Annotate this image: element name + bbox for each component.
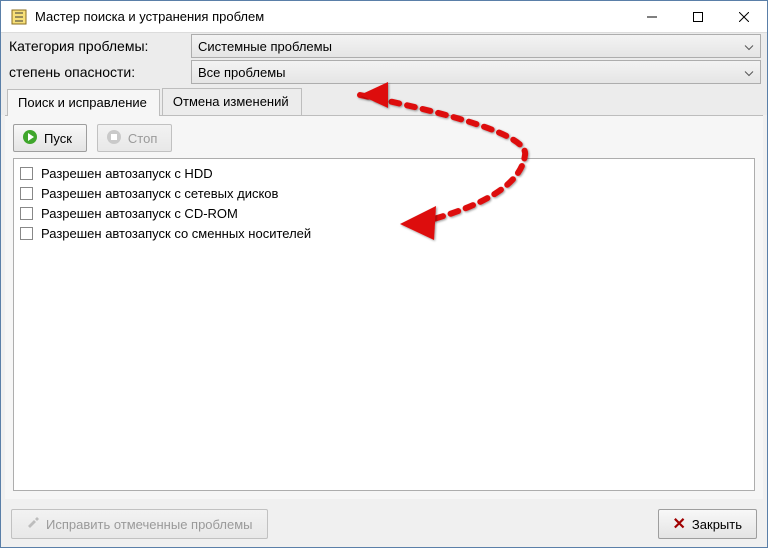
titlebar: Мастер поиска и устранения проблем xyxy=(1,1,767,33)
close-window-button[interactable] xyxy=(721,1,767,33)
list-item[interactable]: Разрешен автозапуск с сетевых дисков xyxy=(20,183,748,203)
filter-panel: Категория проблемы: Системные проблемы с… xyxy=(1,33,767,85)
item-label: Разрешен автозапуск с CD-ROM xyxy=(41,206,238,221)
list-item[interactable]: Разрешен автозапуск с CD-ROM xyxy=(20,203,748,223)
minimize-button[interactable] xyxy=(629,1,675,33)
tab-undo[interactable]: Отмена изменений xyxy=(162,88,302,115)
checkbox[interactable] xyxy=(20,167,33,180)
severity-value: Все проблемы xyxy=(198,65,285,80)
fix-label: Исправить отмеченные проблемы xyxy=(46,517,253,532)
start-button[interactable]: Пуск xyxy=(13,124,87,152)
app-icon xyxy=(11,9,27,25)
chevron-down-icon xyxy=(744,65,754,80)
stop-button: Стоп xyxy=(97,124,172,152)
checkbox[interactable] xyxy=(20,187,33,200)
brush-icon xyxy=(26,516,40,533)
category-combo[interactable]: Системные проблемы xyxy=(191,34,761,58)
stop-icon xyxy=(106,129,122,148)
close-icon: ✕ xyxy=(673,514,686,534)
item-label: Разрешен автозапуск с сетевых дисков xyxy=(41,186,278,201)
item-label: Разрешен автозапуск со сменных носителей xyxy=(41,226,311,241)
chevron-down-icon xyxy=(744,39,754,54)
severity-label: степень опасности: xyxy=(1,64,191,80)
tab-body: Пуск Стоп Разрешен автозапуск с HDD Разр… xyxy=(5,115,763,499)
item-label: Разрешен автозапуск с HDD xyxy=(41,166,213,181)
play-icon xyxy=(22,129,38,148)
start-label: Пуск xyxy=(44,131,72,146)
list-item[interactable]: Разрешен автозапуск с HDD xyxy=(20,163,748,183)
stop-label: Стоп xyxy=(128,131,157,146)
close-label: Закрыть xyxy=(692,517,742,532)
fix-button: Исправить отмеченные проблемы xyxy=(11,509,268,539)
bottom-bar: Исправить отмеченные проблемы ✕ Закрыть xyxy=(1,505,767,547)
category-value: Системные проблемы xyxy=(198,39,332,54)
severity-combo[interactable]: Все проблемы xyxy=(191,60,761,84)
app-window: Мастер поиска и устранения проблем Катег… xyxy=(0,0,768,548)
tab-bar: Поиск и исправление Отмена изменений xyxy=(1,85,767,115)
checkbox[interactable] xyxy=(20,227,33,240)
tab-undo-label: Отмена изменений xyxy=(173,94,289,109)
problem-list[interactable]: Разрешен автозапуск с HDD Разрешен автоз… xyxy=(13,158,755,491)
maximize-button[interactable] xyxy=(675,1,721,33)
close-button[interactable]: ✕ Закрыть xyxy=(658,509,757,539)
toolbar: Пуск Стоп xyxy=(13,124,755,152)
tab-search-fix-label: Поиск и исправление xyxy=(18,95,147,110)
window-title: Мастер поиска и устранения проблем xyxy=(35,9,629,24)
checkbox[interactable] xyxy=(20,207,33,220)
list-item[interactable]: Разрешен автозапуск со сменных носителей xyxy=(20,223,748,243)
category-label: Категория проблемы: xyxy=(1,38,191,54)
tab-search-fix[interactable]: Поиск и исправление xyxy=(7,89,160,116)
